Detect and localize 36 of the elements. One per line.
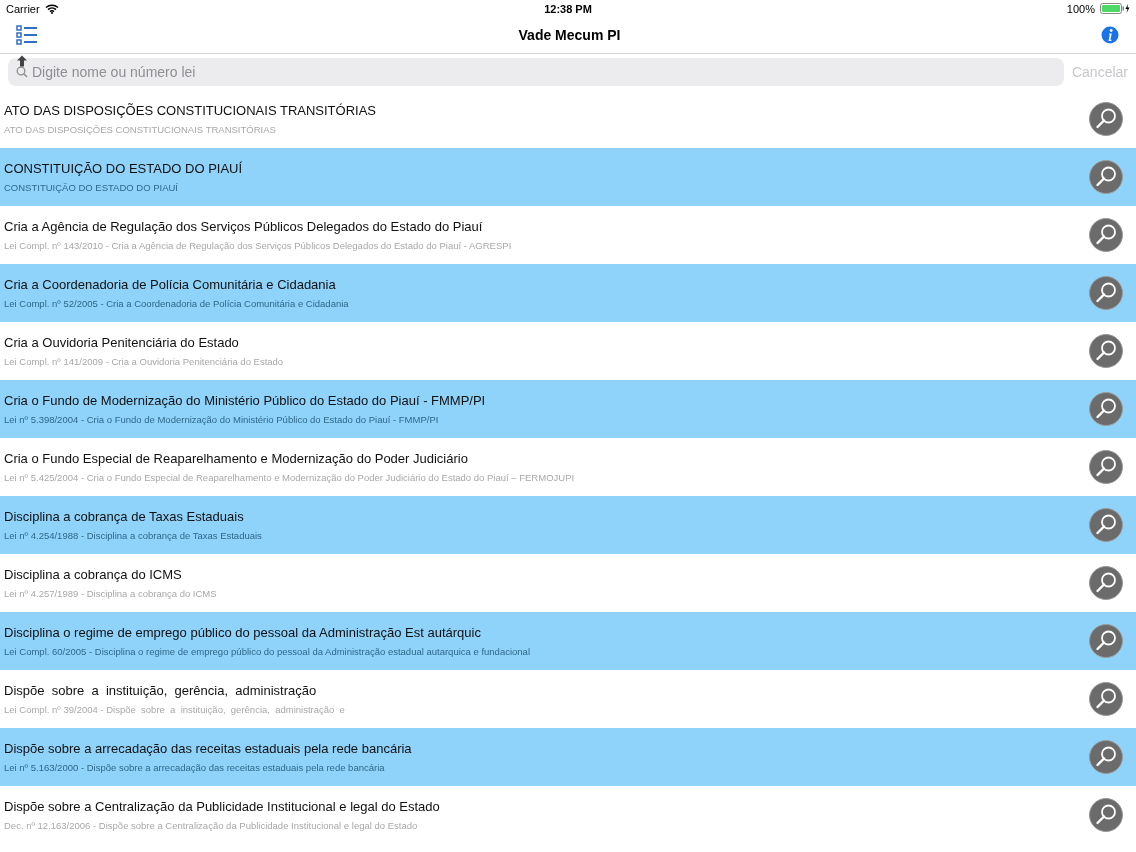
- law-title: Disciplina a cobrança do ICMS: [4, 567, 183, 582]
- nav-title: Vade Mecum PI: [518, 27, 621, 43]
- law-subtitle: Lei Compl. 60/2005 - Disciplina o regime de emprego público do pessoal da Administração estadual autarquica e fundacional: [4, 646, 530, 657]
- law-title: CONSTITUIÇÃO DO ESTADO DO PIAUÍ: [4, 161, 243, 176]
- law-subtitle: Lei nº 5.163/2000 - Dispõe sobre a arrecadação das receitas estaduais pela rede bancária: [4, 762, 386, 773]
- law-title: Cria o Fundo Especial de Reaparelhamento e Modernização do Poder Judiciário: [4, 451, 469, 466]
- law-subtitle: Lei nº 4.254/1988 - Disciplina a cobrança de Taxas Estaduais: [4, 530, 262, 541]
- law-subtitle: Lei Compl. nº 141/2009 - Cria a Ouvidoria Penitenciária do Estado: [4, 356, 284, 367]
- law-title: Cria a Coordenadoria de Polícia Comunitária e Cidadania: [4, 277, 337, 292]
- law-title: Cria a Agência de Regulação dos Serviços Públicos Delegados do Estado do Piauí: [4, 219, 484, 234]
- law-title: ATO DAS DISPOSIÇÕES CONSTITUCIONAIS TRANSITÓRIAS: [4, 103, 376, 118]
- law-list-item[interactable]: Cria o Fundo de Modernização do Ministério Público do Estado do Piauí - FMMP/PI Lei nº 5.398/2004 - Cria o Fundo de Modernização do Ministério Público do Estado do Piauí - FMMP/PI: [0, 380, 1136, 438]
- law-subtitle: CONSTITUIÇÃO DO ESTADO DO PIAUÍ: [4, 182, 179, 193]
- law-subtitle: Lei Compl. nº 39/2004 - Dispõe sobre a instituição, gerência, administração e: [4, 704, 345, 715]
- law-subtitle: Lei Compl. nº 52/2005 - Cria a Coordenadoria de Polícia Comunitária e Cidadania: [4, 298, 349, 309]
- law-subtitle: Dec. nº 12.163/2006 - Dispõe sobre a Centralização da Publicidade Institucional e legal do Estado: [4, 820, 419, 831]
- battery-percent: 100%: [1066, 2, 1095, 15]
- status-time: 12:38 PM: [544, 2, 592, 15]
- law-title: Dispõe sobre a Centralização da Publicidade Institucional e legal do Estado: [4, 799, 440, 814]
- law-title: Dispõe sobre a arrecadação das receitas estaduais pela rede bancária: [4, 741, 412, 756]
- law-title: Dispõe sobre a instituição, gerência, administração: [4, 683, 318, 698]
- law-list-item[interactable]: Cria a Coordenadoria de Polícia Comunitária e Cidadania Lei Compl. nº 52/2005 - Cria a Coordenadoria de Polícia Comunitária e Cidadania: [0, 264, 1136, 322]
- law-title: Disciplina a cobrança de Taxas Estaduais: [4, 509, 245, 524]
- search-field[interactable]: Digite nome ou número lei: [8, 58, 1064, 86]
- law-subtitle: Lei nº 5.425/2004 - Cria o Fundo Especial de Reaparelhamento e Modernização do Poder Judiciário do Estado do Piauí – FERMOJUPI: [4, 472, 575, 483]
- law-title: Cria o Fundo de Modernização do Ministério Público do Estado do Piauí - FMMP/PI: [4, 393, 486, 408]
- law-title: Disciplina o regime de emprego público do pessoal da Administração Est autárquic: [4, 625, 482, 640]
- law-list-item[interactable]: Disciplina a cobrança de Taxas Estaduais Lei nº 4.254/1988 - Disciplina a cobrança de Taxas Estaduais: [0, 496, 1136, 554]
- law-list-item[interactable]: Dispõe sobre a arrecadação das receitas estaduais pela rede bancária Lei nº 5.163/2000 - Dispõe sobre a arrecadação das receitas estaduais pela rede bancária: [0, 728, 1136, 786]
- law-subtitle: Lei Compl. nº 143/2010 - Cria a Agência de Regulação dos Serviços Públicos Delegados do Estado do Piauí - AGRESPI: [4, 240, 512, 251]
- carrier-label: Carrier: [6, 2, 40, 15]
- law-subtitle: Lei nº 4.257/1989 - Disciplina a cobrança do ICMS: [4, 588, 217, 599]
- law-list-item[interactable]: CONSTITUIÇÃO DO ESTADO DO PIAUÍ CONSTITUIÇÃO DO ESTADO DO PIAUÍ: [0, 148, 1136, 206]
- law-subtitle: Lei nº 5.398/2004 - Cria o Fundo de Modernização do Ministério Público do Estado do Piauí - FMMP/PI: [4, 414, 440, 425]
- law-subtitle: ATO DAS DISPOSIÇÕES CONSTITUCIONAIS TRANSITÓRIAS: [4, 124, 277, 135]
- law-title: Cria a Ouvidoria Penitenciária do Estado: [4, 335, 240, 350]
